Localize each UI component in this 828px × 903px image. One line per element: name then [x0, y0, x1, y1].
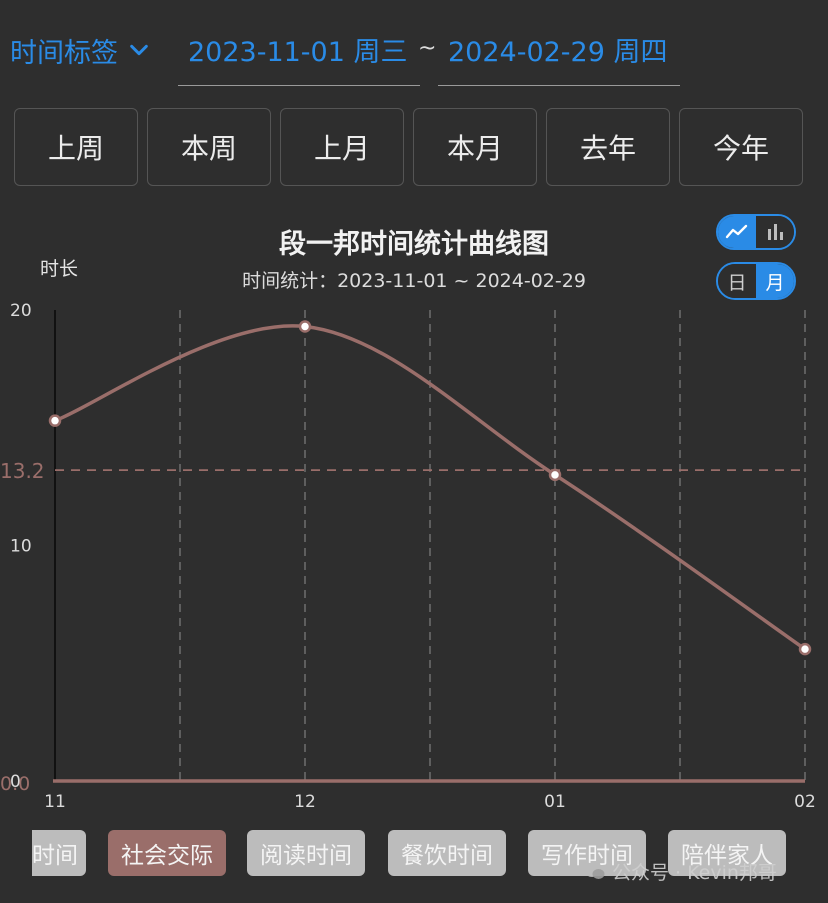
start-date-field[interactable]: 2023-11-01 周三	[178, 26, 420, 86]
average-label: 13.2	[0, 459, 45, 483]
watermark-text: 公众号 · Kevin邦哥	[612, 862, 777, 884]
x-tick-label: 01	[544, 792, 566, 812]
tag-dropdown[interactable]: 时间标签	[10, 30, 150, 70]
this-week-button[interactable]: 本周	[147, 108, 271, 186]
legend-item[interactable]: 餐饮时间	[388, 830, 506, 876]
chevron-down-icon	[130, 44, 148, 56]
last-month-button[interactable]: 上月	[280, 108, 404, 186]
chart-type-toggle	[716, 214, 796, 250]
bar-chart-toggle[interactable]	[756, 216, 794, 248]
last-year-button[interactable]: 去年	[546, 108, 670, 186]
line-chart-toggle[interactable]	[718, 216, 756, 248]
filter-bar: 时间标签 2023-11-01 周三 ~ 2024-02-29 周四	[0, 0, 828, 100]
legend-item[interactable]: 阅读时间	[247, 830, 365, 876]
watermark: 公众号 · Kevin邦哥	[584, 858, 777, 885]
x-tick-label: 02	[794, 792, 816, 812]
data-point	[48, 414, 62, 427]
chart-title: 段一邦时间统计曲线图	[279, 229, 549, 260]
x-tick-label: 11	[44, 792, 66, 812]
tag-dropdown-label: 时间标签	[10, 37, 118, 69]
quick-range-buttons: 上周 本周 上月 本月 去年 今年	[14, 108, 803, 186]
y-tick-label: 10	[10, 537, 32, 557]
x-tick-label: 12	[294, 792, 316, 812]
date-separator: ~	[418, 36, 437, 61]
data-point	[548, 468, 562, 482]
legend-item[interactable]: 社会交际	[108, 830, 226, 876]
start-date-value: 2023-11-01 周三	[188, 37, 408, 68]
data-point	[798, 642, 812, 656]
data-point	[298, 320, 312, 333]
zero-label: 0.0	[0, 773, 30, 795]
end-date-field[interactable]: 2024-02-29 周四	[438, 26, 680, 86]
series-line	[54, 324, 807, 651]
last-week-button[interactable]: 上周	[14, 108, 138, 186]
line-chart: 201000.013.211 12 01 02	[0, 301, 816, 812]
end-date-value: 2024-02-29 周四	[448, 37, 668, 68]
bar-chart-icon	[768, 224, 783, 240]
this-month-button[interactable]: 本月	[413, 108, 537, 186]
y-tick-label: 20	[10, 301, 32, 321]
chart-subtitle: 时间统计：2023-11-01 ~ 2024-02-29	[242, 270, 586, 292]
line-chart-icon	[725, 224, 748, 239]
this-year-button[interactable]: 今年	[679, 108, 803, 186]
legend-item[interactable]: 时间	[32, 830, 86, 876]
y-axis-label: 时长	[40, 258, 79, 280]
wechat-icon	[585, 864, 605, 879]
